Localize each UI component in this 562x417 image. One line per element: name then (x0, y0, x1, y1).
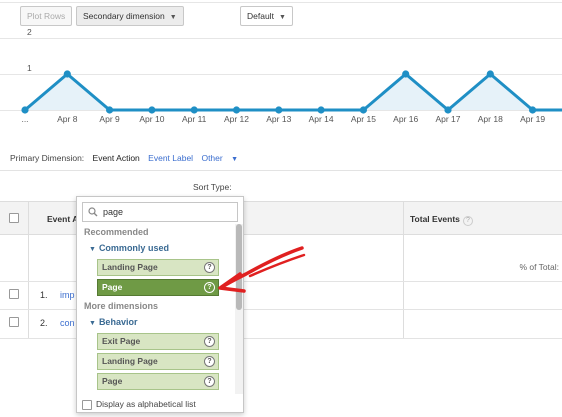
x-tick-label: Apr 13 (266, 114, 291, 124)
data-point (190, 106, 198, 114)
y-tick-label: 2 (27, 27, 32, 37)
column-header-event-action[interactable]: Event A (47, 214, 78, 224)
data-point (275, 106, 283, 114)
column-divider (28, 201, 29, 339)
column-header-total-events[interactable]: Total Events? (410, 214, 473, 226)
x-tick-label: Apr 17 (435, 114, 460, 124)
alphabetical-label: Display as alphabetical list (96, 399, 196, 409)
x-tick-label: Apr 14 (309, 114, 334, 124)
recommended-heading: Recommended (84, 227, 149, 237)
plot-rows-label: Plot Rows (27, 11, 66, 21)
option-label: Page (102, 282, 123, 292)
more-dimensions-heading: More dimensions (84, 301, 159, 311)
percent-of-total-label: % of Total: (519, 262, 559, 272)
x-tick-label: Apr 15 (351, 114, 376, 124)
data-point (486, 70, 494, 78)
annotation-arrow (218, 246, 306, 293)
row-number: 2. (40, 318, 48, 328)
help-icon[interactable]: ? (204, 376, 215, 387)
primary-dimension-other[interactable]: Other ▼ (201, 153, 244, 163)
search-icon (88, 207, 98, 217)
row-checkbox[interactable] (9, 317, 19, 327)
sort-type-label: Sort Type: (193, 182, 232, 192)
dimension-list: Recommended ▼ Commonly used Landing Page?… (77, 224, 235, 394)
x-tick-label: Apr 16 (393, 114, 418, 124)
primary-dimension-event-action[interactable]: Event Action (93, 153, 140, 163)
select-all-checkbox[interactable] (9, 213, 19, 223)
plot-rows-button[interactable]: Plot Rows (20, 6, 73, 26)
triangle-down-icon: ▼ (89, 320, 96, 327)
dimension-option-page[interactable]: Page? (97, 279, 219, 296)
y-tick-label: 3 (27, 0, 32, 1)
dimension-option-exit-page[interactable]: Exit Page? (97, 333, 219, 350)
commonly-used-label: Commonly used (98, 243, 169, 253)
option-label: Landing Page (102, 262, 158, 272)
secondary-dimension-button[interactable]: Secondary dimension ▼ (76, 6, 184, 26)
help-icon[interactable]: ? (204, 356, 215, 367)
row-checkbox[interactable] (9, 289, 19, 299)
data-point (21, 106, 29, 114)
x-tick-label: Apr 11 (182, 114, 207, 124)
other-label: Other (201, 153, 223, 163)
commonly-used-group[interactable]: ▼ Commonly used (89, 243, 169, 253)
behavior-group[interactable]: ▼ Behavior (89, 317, 137, 327)
data-point (529, 106, 537, 114)
dimension-option-landing-page[interactable]: Landing Page? (97, 353, 219, 370)
alphabetical-list-option[interactable]: Display as alphabetical list (82, 399, 196, 410)
x-tick-label: Apr 19 (520, 114, 545, 124)
primary-dimension-event-label[interactable]: Event Label (148, 153, 193, 163)
data-point (317, 106, 325, 114)
secondary-dimension-dropdown: Recommended ▼Commonly used Landing Page?… (76, 196, 244, 413)
alphabetical-checkbox[interactable] (82, 399, 92, 410)
x-tick-label: Apr 12 (224, 114, 249, 124)
chevron-down-icon: ▼ (169, 14, 177, 21)
option-label: Exit Page (102, 336, 141, 346)
help-icon: ? (462, 216, 473, 226)
chevron-down-icon: ▼ (231, 156, 239, 163)
sort-type-value: Default (247, 11, 274, 21)
row-number: 1. (40, 290, 48, 300)
primary-dimension-label: Primary Dimension: (10, 153, 85, 163)
dimension-option-landing-page[interactable]: Landing Page? (97, 259, 219, 276)
row-link[interactable]: con (60, 318, 75, 328)
column-divider (403, 201, 404, 339)
data-point (402, 70, 410, 78)
x-tick-label: Apr 18 (478, 114, 503, 124)
behavior-label: Behavior (98, 317, 138, 327)
data-point (63, 70, 71, 78)
dimension-option-page[interactable]: Page? (97, 373, 219, 390)
row-link[interactable]: imp (60, 290, 75, 300)
help-icon[interactable]: ? (204, 336, 215, 347)
triangle-down-icon: ▼ (89, 246, 96, 253)
x-tick-label: Apr 9 (99, 114, 120, 124)
data-point (148, 106, 156, 114)
x-tick-label: Apr 10 (139, 114, 164, 124)
dimension-search-input[interactable] (103, 205, 233, 219)
sort-type-select[interactable]: Default ▼ (240, 6, 293, 26)
data-point (359, 106, 367, 114)
y-tick-label: 1 (27, 63, 32, 73)
dimension-search-box[interactable] (82, 202, 238, 222)
primary-dimension-bar: Primary Dimension: Event Action Event La… (10, 153, 250, 165)
x-tick-label: Apr 8 (57, 114, 78, 124)
data-point (444, 106, 452, 114)
secondary-dimension-label: Secondary dimension (83, 11, 165, 21)
x-tick-label: ... (21, 114, 28, 124)
data-point (232, 106, 241, 114)
option-label: Page (102, 376, 123, 386)
chevron-down-icon: ▼ (278, 14, 286, 21)
total-events-label: Total Events (410, 214, 460, 224)
option-label: Landing Page (102, 356, 158, 366)
data-point (106, 106, 114, 114)
